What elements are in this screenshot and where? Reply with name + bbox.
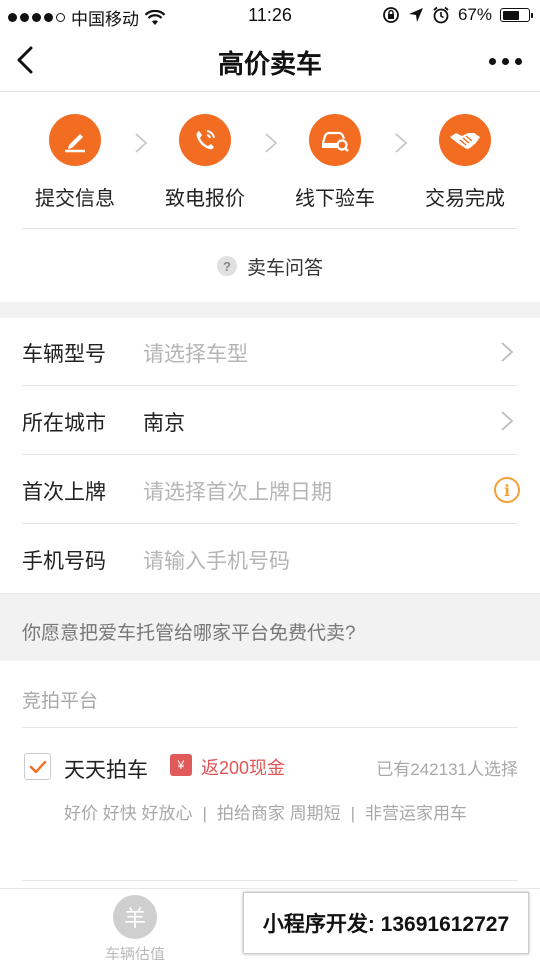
pen-icon: [49, 114, 101, 166]
phone-label: 手机号码: [22, 550, 106, 573]
tab-vehicle-valuation[interactable]: 羊 车辆估值: [75, 895, 195, 960]
vehicle-model-select[interactable]: 请选择车型: [143, 338, 248, 368]
feature-tag: 非营运家用车: [365, 804, 468, 823]
process-steps: 提交信息 致电报价 线下验车 交易完成: [0, 92, 540, 229]
more-options-icon[interactable]: [489, 58, 522, 65]
location-icon: [408, 8, 423, 22]
city-select[interactable]: 南京: [143, 407, 185, 437]
step-deal-complete: 交易完成: [405, 114, 525, 211]
battery-percent: 67%: [457, 5, 492, 24]
chosen-count: 已有242131人选择: [376, 760, 518, 779]
step-label: 提交信息: [35, 188, 115, 210]
car-inspect-icon: [309, 114, 361, 166]
promo-badge: 返200现金: [201, 758, 286, 778]
divider: [22, 454, 518, 455]
phone-input[interactable]: 请输入手机号码: [143, 545, 290, 575]
divider: [22, 523, 518, 524]
orientation-lock-icon: [383, 7, 399, 23]
navigation-bar: 高价卖车: [0, 30, 540, 92]
divider: [22, 228, 518, 229]
question-icon: ?: [216, 256, 237, 276]
alarm-icon: [433, 6, 449, 24]
step-label: 线下验车: [295, 188, 375, 210]
status-bar: 中国移动 11:26 67%: [0, 0, 540, 30]
step-label: 致电报价: [165, 188, 245, 210]
cash-coupon-icon: ¥: [170, 754, 192, 776]
developer-contact-watermark: 小程序开发: 13691612727: [243, 892, 529, 954]
handshake-icon: [439, 114, 491, 166]
city-row[interactable]: 所在城市 南京: [0, 387, 540, 455]
platform-checkbox[interactable]: [24, 753, 51, 780]
platform-question-banner: 你愿意把爱车托管给哪家平台免费代卖?: [0, 593, 540, 661]
faq-label: 卖车问答: [246, 257, 323, 279]
auction-platform-header: 竞拍平台: [22, 691, 99, 712]
step-phone-quote: 致电报价: [145, 114, 265, 211]
first-registration-date-select[interactable]: 请选择首次上牌日期: [143, 476, 332, 506]
divider: [22, 727, 518, 728]
feature-tag: 拍给商家 周期短: [216, 804, 341, 823]
step-submit-info: 提交信息: [15, 114, 135, 211]
page-title: 高价卖车: [217, 49, 322, 79]
city-label: 所在城市: [22, 412, 106, 435]
info-icon[interactable]: i: [494, 477, 520, 503]
battery-level: [502, 10, 520, 20]
chevron-right-icon: [501, 411, 514, 431]
status-right: 67%: [382, 5, 533, 25]
valuation-icon: 羊: [113, 895, 157, 939]
divider: [22, 880, 518, 881]
first-registration-label: 首次上牌: [22, 481, 106, 504]
platform-name: 天天拍车: [64, 759, 148, 782]
chevron-right-icon: [501, 342, 514, 362]
platform-option-tiantianpaiche[interactable]: 天天拍车 ¥ 返200现金 已有242131人选择: [0, 745, 540, 789]
vehicle-model-row[interactable]: 车辆型号 请选择车型: [0, 318, 540, 386]
battery-icon: [500, 8, 533, 22]
step-label: 交易完成: [425, 188, 505, 210]
first-registration-row[interactable]: 首次上牌 请选择首次上牌日期 i: [0, 456, 540, 524]
platform-features: 好价 好快 好放心 | 拍给商家 周期短 | 非营运家用车: [64, 797, 494, 831]
feature-tag: 好价 好快 好放心: [64, 804, 193, 823]
section-gap: [0, 302, 540, 318]
feature-separator: |: [350, 804, 356, 823]
vehicle-model-label: 车辆型号: [22, 343, 106, 366]
platform-question: 你愿意把爱车托管给哪家平台免费代卖?: [22, 623, 356, 644]
phone-icon: [179, 114, 231, 166]
sell-car-faq-link[interactable]: ? 卖车问答: [0, 230, 540, 302]
phone-row[interactable]: 手机号码 请输入手机号码: [0, 525, 540, 593]
step-offline-inspection: 线下验车: [275, 114, 395, 211]
feature-separator: |: [202, 804, 207, 823]
checkmark-icon: [29, 760, 46, 773]
tab-label: 车辆估值: [104, 946, 165, 960]
divider: [22, 385, 518, 386]
